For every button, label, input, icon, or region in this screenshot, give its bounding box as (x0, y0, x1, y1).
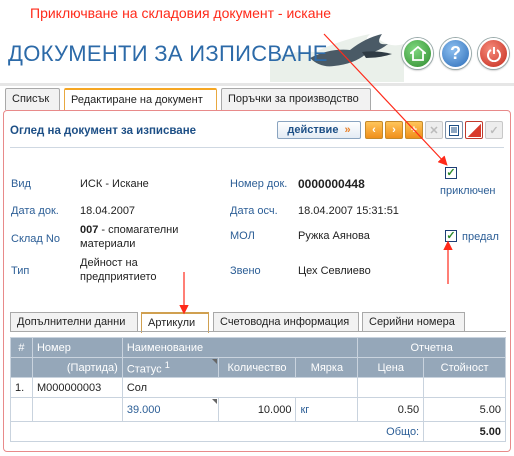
detail-empty-index (10, 397, 33, 422)
row-unit: кг (295, 397, 359, 422)
posting-date-label: Дата осч. (230, 205, 278, 217)
panel-title: Оглед на документ за изписване (10, 125, 197, 137)
col-empty-header (10, 357, 33, 378)
action-button[interactable]: действие » (277, 121, 361, 139)
type-value: ИСК - Искане (80, 178, 149, 190)
warehouse-code: 007 (80, 224, 99, 236)
table-header-row: # Номер Наименование Отчетна (10, 337, 506, 358)
cancel-document-icon (467, 123, 481, 137)
table-row-details[interactable]: 39.000 10.000 кг 0.50 5.00 (10, 397, 506, 422)
row-number: М000000003 (31, 377, 123, 398)
doc-date-label: Дата док. (11, 205, 59, 217)
handed-checkbox[interactable]: ✓ (445, 230, 457, 242)
help-icon: ? (450, 43, 461, 63)
col-value-header[interactable]: Стойност (423, 357, 506, 378)
unit-value: Цех Севлиево (298, 265, 371, 277)
page-title: ДОКУМЕНТИ ЗА ИЗПИСВАНЕ (8, 41, 328, 66)
document-panel: Оглед на документ за изписване действие … (3, 110, 511, 452)
posting-date-value: 18.04.2007 15:31:51 (298, 205, 399, 217)
power-icon (486, 46, 501, 62)
confirm-button[interactable]: ✓ (485, 121, 503, 139)
warehouse-value: 007 - спомагателни материали (80, 223, 220, 251)
col-name-header[interactable]: Наименование (121, 337, 359, 358)
double-chevron-icon: » (344, 124, 351, 136)
col-status-header[interactable]: Статус 1 (121, 357, 219, 378)
action-label: действие (287, 124, 339, 136)
status-header-text: Статус (126, 363, 162, 376)
next-icon: › (392, 124, 396, 136)
type-label: Вид (11, 178, 31, 190)
print-button[interactable] (445, 121, 463, 139)
check-icon: ✓ (446, 229, 456, 242)
mol-label: МОЛ (230, 230, 255, 242)
detail-empty-number (31, 397, 123, 422)
unit-label: Звено (230, 265, 261, 277)
mol-value: Ружка Аянова (298, 230, 370, 242)
status-footnote: 1 (164, 359, 170, 370)
delete-icon: ✕ (429, 124, 439, 137)
table-subheader-row: (Партида) Статус 1 Количество Мярка Цена… (10, 357, 506, 378)
doc-number-label: Номер док. (230, 178, 288, 190)
tab-edit-document[interactable]: Редактиране на документ (64, 88, 217, 111)
table-row[interactable]: 1. М000000003 Сол (10, 377, 506, 398)
col-batch-header[interactable]: (Партида) (31, 357, 123, 378)
row-quantity: 10.000 (217, 397, 297, 422)
tab-serial-numbers[interactable]: Серийни номера (362, 312, 465, 332)
delete-button[interactable]: ✕ (425, 121, 443, 139)
tab-accounting-info[interactable]: Счетоводна информация (213, 312, 359, 332)
header-divider (0, 83, 514, 86)
row-batch: 39.000 (121, 397, 219, 422)
row-index: 1. (10, 377, 33, 398)
row-empty-value (423, 377, 506, 398)
tab-articles[interactable]: Артикули (141, 312, 209, 333)
category-value: Дейност на предприятието (80, 257, 157, 283)
row-empty-price (357, 377, 425, 398)
closed-checkbox[interactable]: ✓ (445, 167, 457, 179)
check-icon: ✓ (446, 166, 456, 179)
warehouse-label: Склад No (11, 233, 60, 245)
cancel-document-button[interactable] (465, 121, 483, 139)
prev-button[interactable]: ‹ (365, 121, 383, 139)
doc-number-value: 0000000448 (298, 177, 365, 191)
print-icon (449, 124, 459, 136)
home-icon (409, 46, 426, 61)
add-button[interactable]: + (405, 121, 423, 139)
screen: Приключване на складовия документ - иска… (0, 0, 514, 456)
col-index-header[interactable]: # (10, 337, 33, 358)
total-label: Общо: (9, 421, 425, 442)
closed-label: приключен (440, 185, 496, 197)
annotation-caption: Приключване на складовия документ - иска… (30, 5, 332, 21)
add-icon: + (410, 124, 418, 136)
next-button[interactable]: › (385, 121, 403, 139)
home-button[interactable] (402, 38, 433, 69)
handed-label: предал (462, 231, 499, 243)
col-unit-header[interactable]: Мярка (295, 357, 359, 378)
panel-divider (10, 147, 504, 148)
tab-list[interactable]: Списък (5, 88, 60, 110)
row-name: Сол (121, 377, 359, 398)
detail-tabs-divider (10, 331, 506, 332)
col-quantity-header[interactable]: Количество (217, 357, 297, 378)
tab-production-orders[interactable]: Поръчки за производство (221, 88, 371, 110)
table-total-row: Общо: 5.00 (9, 421, 506, 442)
category-label: Тип (11, 265, 30, 277)
total-value: 5.00 (423, 421, 506, 442)
articles-table: # Номер Наименование Отчетна (Партида) С… (9, 337, 506, 442)
col-report-header: Отчетна (357, 337, 506, 358)
tab-additional-data[interactable]: Допълнителни данни (10, 312, 138, 332)
row-value: 5.00 (423, 397, 506, 422)
row-price: 0.50 (357, 397, 425, 422)
col-number-header[interactable]: Номер (31, 337, 123, 358)
col-price-header[interactable]: Цена (357, 357, 425, 378)
detail-tabs: Допълнителни данни Артикули Счетоводна и… (10, 312, 506, 333)
prev-icon: ‹ (372, 124, 376, 136)
check-icon: ✓ (489, 124, 499, 137)
help-button[interactable]: ? (440, 38, 471, 69)
doc-date-value: 18.04.2007 (80, 205, 136, 217)
power-button[interactable] (478, 38, 509, 69)
